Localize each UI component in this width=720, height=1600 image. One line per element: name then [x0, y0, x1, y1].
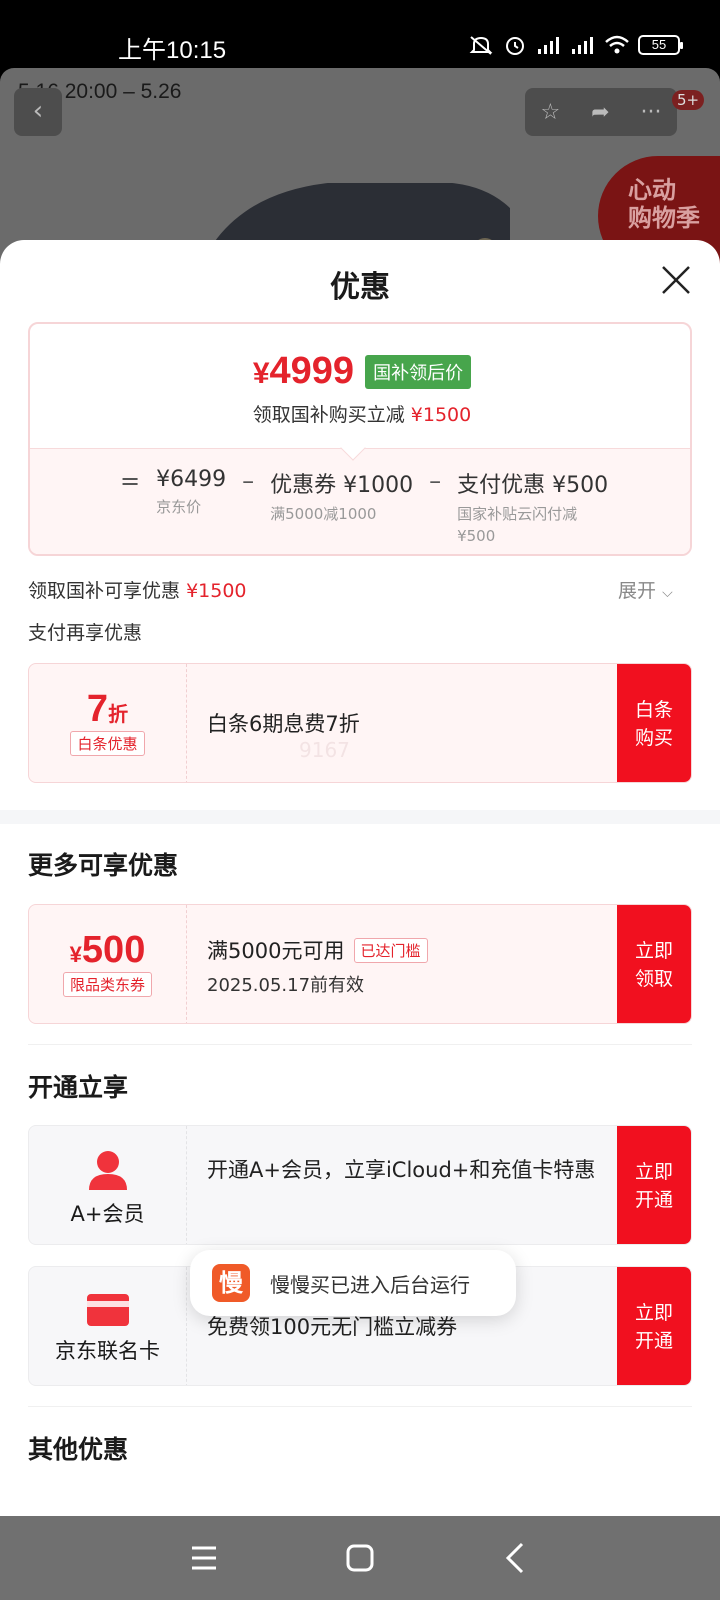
price-summary: ¥4999 国补领后价 领取国补购买立减 ¥1500: [30, 324, 690, 450]
baitiao-rate-num: 7: [86, 688, 109, 730]
pay-note-1: 国家补贴云闪付减: [457, 505, 578, 523]
baitiao-info: 白条6期息费7折 9167: [207, 664, 617, 782]
coupon-info: 满5000元可用 已达门槛 2025.05.17前有效: [207, 905, 617, 1023]
close-icon[interactable]: [660, 264, 692, 296]
open-section-title: 开通立享: [28, 1073, 129, 1102]
alarm-icon: [506, 37, 524, 55]
baitiao-rate: 7折: [29, 688, 186, 731]
pay-note-2: ¥500: [457, 527, 496, 545]
coupon-deduction: 优惠券 ¥1000: [270, 473, 414, 498]
jd-price: ¥6499: [156, 467, 227, 492]
status-bar: 上午10:15 55: [0, 0, 720, 68]
baitiao-badge: 白条优惠: [70, 731, 145, 756]
equals-sign: =: [120, 467, 141, 495]
discount-value: ¥1500: [410, 404, 472, 426]
yen-sign: ¥: [252, 357, 270, 390]
divider: [28, 1044, 692, 1045]
formula-row: = ¥6499 京东价 – 优惠券 ¥1000 满5000减1000 – 支付优…: [120, 467, 608, 547]
coupon-status-badge: 已达门槛: [353, 938, 428, 963]
signal-hd-icon: [538, 37, 559, 54]
aplus-member-label: A+会员: [70, 1202, 145, 1226]
minus-sign: –: [242, 467, 255, 495]
coupon-title-row: 满5000元可用 已达门槛: [207, 935, 617, 965]
open-aplus-button[interactable]: 立即 开通: [617, 1126, 691, 1244]
more-icon[interactable]: ···: [641, 100, 662, 125]
baitiao-discount: 7折 白条优惠: [29, 664, 187, 782]
status-time: 上午10:15: [118, 37, 227, 64]
discount-sheet: 优惠 ¥4999 国补领后价 领取国补购买立减 ¥1500 = ¥6499 京东…: [0, 240, 720, 1516]
user-icon: [88, 1151, 127, 1190]
coupon-title: 满5000元可用: [207, 939, 345, 963]
baitiao-offer-card: 7折 白条优惠 白条6期息费7折 9167 白条 购买: [28, 663, 692, 783]
cart-count-badge: 5+: [672, 90, 705, 110]
subsidy-text: 领取国补可享优惠: [28, 580, 181, 602]
coupon-card: ¥500 限品类东券 满5000元可用 已达门槛 2025.05.17前有效 立…: [28, 904, 692, 1024]
pay-more-label: 支付再享优惠: [28, 622, 143, 644]
cobrand-card-block: 京东联名卡: [29, 1267, 187, 1385]
coupon-amount-value: 500: [81, 929, 146, 971]
page-actions: ☆ ➦ ···: [525, 88, 677, 136]
minus-sign-2: –: [429, 467, 442, 495]
coupon-note: 满5000减1000: [270, 505, 377, 523]
pay-col: 支付优惠 ¥500 国家补贴云闪付减 ¥500: [457, 467, 608, 547]
back-button[interactable]: ‹: [14, 88, 62, 136]
final-price: ¥4999: [253, 350, 354, 392]
aplus-member-desc: 开通A+会员，立享iCloud+和充值卡特惠: [207, 1158, 596, 1182]
baitiao-watermark: 9167: [299, 738, 350, 762]
battery-icon: 55: [638, 35, 683, 55]
open-cobrand-button[interactable]: 立即 开通: [617, 1267, 691, 1385]
jd-price-col: ¥6499 京东价: [156, 467, 226, 547]
coupon-valid-date: 2025.05.17前有效: [207, 975, 365, 996]
final-price-row: ¥4999 国补领后价: [30, 350, 690, 393]
pay-deduction: 支付优惠 ¥500: [457, 473, 609, 498]
more-offers-title: 更多可享优惠: [28, 851, 179, 880]
final-price-value: 4999: [269, 350, 355, 392]
status-icons: 55: [468, 34, 683, 56]
final-price-tag: 国补领后价: [365, 354, 472, 389]
price-breakdown-card: ¥4999 国补领后价 领取国补购买立减 ¥1500 = ¥6499 京东价 –…: [28, 322, 692, 556]
back-nav-icon[interactable]: [496, 1540, 536, 1576]
product-page-backdrop: 5.16 20:00 – 5.26 ‹ ☆ ➦ ··· 5+ 心动 购物季: [0, 68, 720, 268]
credit-card-icon: [86, 1294, 129, 1326]
baitiao-title: 白条6期息费7折: [207, 712, 360, 736]
other-offers-title: 其他优惠: [28, 1435, 129, 1464]
subsidy-value: ¥1500: [186, 580, 247, 602]
expand-toggle[interactable]: 展开 ⌵: [618, 576, 673, 603]
cobrand-card-label: 京东联名卡: [55, 1339, 160, 1363]
coupon-amount-block: ¥500 限品类东券: [29, 905, 187, 1023]
coupon-amount: ¥500: [29, 929, 186, 972]
divider-2: [28, 1406, 692, 1407]
share-icon[interactable]: ➦: [591, 100, 609, 125]
expand-label: 展开: [618, 580, 657, 602]
wifi-icon: [605, 35, 629, 54]
coupon-yen: ¥: [69, 942, 82, 967]
section-divider: [0, 810, 720, 824]
baitiao-buy-button[interactable]: 白条 购买: [617, 664, 691, 782]
chevron-down-icon: ⌵: [662, 585, 673, 601]
menu-icon[interactable]: [184, 1540, 224, 1576]
baitiao-rate-unit: 折: [108, 704, 129, 726]
toast-message: 慢慢买已进入后台运行: [270, 1272, 470, 1297]
manmanmai-app-icon: 慢: [212, 1264, 250, 1302]
favorite-icon[interactable]: ☆: [540, 100, 560, 125]
aplus-member-card: A+会员 开通A+会员，立享iCloud+和充值卡特惠 立即 开通: [28, 1125, 692, 1245]
mute-icon: [469, 36, 493, 55]
background-run-toast: 慢 慢慢买已进入后台运行: [190, 1250, 516, 1316]
subsidy-line: 领取国补可享优惠 ¥1500: [28, 576, 247, 603]
signal-hd-icon-2: [572, 37, 593, 54]
price-formula: = ¥6499 京东价 – 优惠券 ¥1000 满5000减1000 – 支付优…: [30, 448, 690, 554]
discount-text: 领取国补购买立减: [252, 404, 405, 426]
jd-price-label: 京东价: [156, 498, 202, 516]
coupon-category-badge: 限品类东券: [62, 972, 152, 997]
aplus-member-block: A+会员: [29, 1126, 187, 1244]
sheet-title: 优惠: [330, 270, 390, 305]
claim-coupon-button[interactable]: 立即 领取: [617, 905, 691, 1023]
coupon-col: 优惠券 ¥1000 满5000减1000: [270, 467, 413, 547]
system-nav-bar: [0, 1516, 720, 1600]
aplus-member-info: 开通A+会员，立享iCloud+和充值卡特惠: [207, 1126, 617, 1244]
home-icon[interactable]: [340, 1540, 380, 1576]
discount-line: 领取国补购买立减 ¥1500: [30, 400, 690, 427]
